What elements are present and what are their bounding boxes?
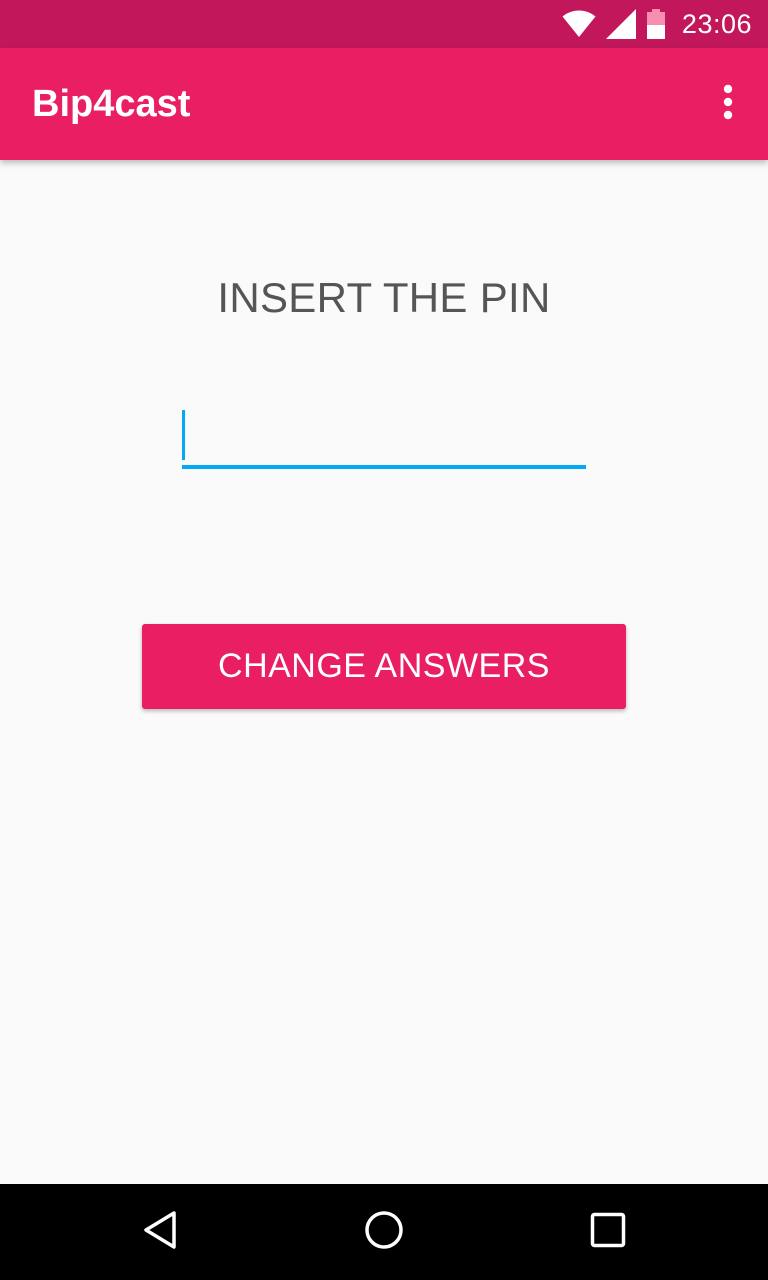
home-button[interactable]	[336, 1184, 432, 1280]
wifi-icon	[562, 10, 596, 38]
app-bar: Bip4cast	[0, 48, 768, 160]
pin-input[interactable]	[182, 404, 586, 462]
app-screen: 23:06 Bip4cast INSERT THE PIN CHANGE ANS…	[0, 0, 768, 1280]
home-icon	[364, 1210, 404, 1255]
recents-button[interactable]	[560, 1184, 656, 1280]
status-bar: 23:06	[0, 0, 768, 48]
pin-label: INSERT THE PIN	[217, 274, 551, 321]
text-cursor	[182, 410, 185, 460]
overflow-menu-button[interactable]	[704, 76, 752, 132]
back-button[interactable]	[112, 1184, 208, 1280]
status-icons: 23:06	[562, 0, 752, 48]
battery-icon	[646, 9, 666, 39]
pin-input-underline	[182, 465, 586, 469]
navigation-bar	[0, 1184, 768, 1280]
recents-icon	[590, 1212, 626, 1253]
change-answers-button[interactable]: CHANGE ANSWERS	[142, 624, 626, 709]
back-icon	[142, 1210, 178, 1255]
cell-signal-icon	[605, 9, 636, 39]
overflow-menu-icon	[722, 84, 734, 125]
pin-field[interactable]	[182, 404, 586, 469]
app-title: Bip4cast	[32, 83, 191, 125]
status-time: 23:06	[681, 8, 752, 39]
